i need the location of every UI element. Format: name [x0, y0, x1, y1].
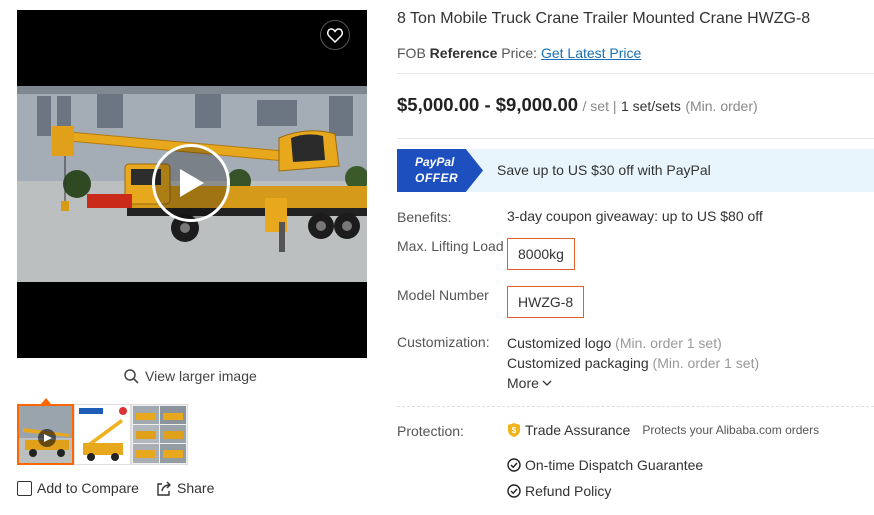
paypal-logo-text: PayPal [415, 155, 455, 169]
video-thumbnail-image [19, 406, 72, 463]
favorite-button[interactable] [320, 20, 350, 50]
product-title: 8 Ton Mobile Truck Crane Trailer Mounted… [397, 10, 811, 27]
protection-label: Protection: [397, 423, 464, 439]
add-to-compare-label: Add to Compare [37, 480, 139, 496]
trade-assurance-note: Protects your Alibaba.com orders [642, 423, 820, 437]
lifting-load-option[interactable]: 8000kg [507, 238, 575, 270]
more-customization-button[interactable]: More [507, 375, 552, 391]
customization-label: Customization: [397, 334, 490, 350]
refund-policy-row: Refund Policy [507, 483, 611, 499]
more-label: More [507, 375, 539, 391]
compare-checkbox[interactable] [17, 480, 32, 496]
share-button[interactable]: Share [156, 480, 214, 496]
price-row: $5,000.00 - $9,000.00 / set | 1 set/sets… [397, 94, 758, 116]
collage-thumbnail [132, 405, 187, 464]
paypal-offer-badge: PayPal OFFER [397, 149, 483, 192]
fob-reference: Reference [429, 45, 498, 61]
benefits-value: 3-day coupon giveaway: up to US $80 off [507, 208, 763, 224]
offer-label: OFFER [415, 171, 459, 185]
svg-text:$: $ [512, 426, 517, 435]
check-circle-icon [507, 484, 521, 498]
check-circle-icon [507, 458, 521, 472]
trade-assurance-title: Trade Assurance [525, 422, 631, 438]
view-larger-label: View larger image [145, 368, 257, 384]
share-label: Share [177, 480, 215, 496]
get-latest-price-link[interactable]: Get Latest Price [541, 45, 641, 61]
trade-assurance-shield-icon: $ [508, 423, 520, 437]
play-video-button[interactable] [152, 144, 230, 222]
divider [397, 73, 874, 74]
share-icon [157, 481, 171, 496]
price-unit: / set | [582, 98, 617, 114]
model-number-label: Model Number [397, 287, 489, 303]
dispatch-guarantee-row: On-time Dispatch Guarantee [507, 457, 703, 473]
paypal-offer-text: Save up to US $30 off with PayPal [497, 162, 711, 178]
lifting-load-label: Max. Lifting Load [397, 238, 504, 254]
custom-packaging-note: (Min. order 1 set) [652, 355, 760, 371]
thumbnail-strip [17, 404, 188, 465]
dashed-divider [397, 406, 874, 407]
custom-packaging-row: Customized packaging (Min. order 1 set) [507, 355, 759, 371]
min-order-note: (Min. order) [685, 98, 758, 114]
custom-logo-note: (Min. order 1 set) [615, 335, 722, 351]
thumbnail-video[interactable] [17, 404, 74, 465]
dispatch-guarantee-label: On-time Dispatch Guarantee [525, 457, 704, 473]
refund-policy-label: Refund Policy [525, 483, 612, 499]
magnifier-icon [124, 368, 139, 384]
fob-price-row: FOB Reference Price: Get Latest Price [397, 45, 641, 61]
play-icon [180, 169, 204, 197]
view-larger-image-link[interactable]: View larger image [124, 368, 257, 384]
thumbnail-image-3[interactable] [131, 404, 188, 465]
min-order-qty: 1 set/sets [620, 98, 681, 114]
divider [397, 138, 874, 139]
thumbnail-image-2[interactable] [74, 404, 131, 465]
price-range: $5,000.00 - $9,000.00 [397, 94, 579, 115]
product-media-viewer[interactable] [17, 10, 367, 358]
heart-icon [327, 27, 343, 43]
benefits-label: Benefits: [397, 209, 452, 225]
add-to-compare[interactable]: Add to Compare [17, 480, 139, 496]
custom-packaging: Customized packaging [507, 355, 649, 371]
paypal-offer-banner[interactable]: PayPal OFFER Save up to US $30 off with … [397, 149, 874, 192]
model-number-option[interactable]: HWZG-8 [507, 286, 585, 318]
trade-assurance-row[interactable]: $ Trade Assurance Protects your Alibaba.… [507, 422, 819, 438]
custom-logo-row: Customized logo (Min. order 1 set) [507, 335, 722, 351]
fob-prefix: FOB [397, 45, 426, 61]
crane-image-thumbnail [75, 405, 130, 464]
fob-suffix: Price: [501, 45, 538, 61]
custom-logo: Customized logo [507, 335, 612, 351]
chevron-down-icon [542, 380, 552, 386]
